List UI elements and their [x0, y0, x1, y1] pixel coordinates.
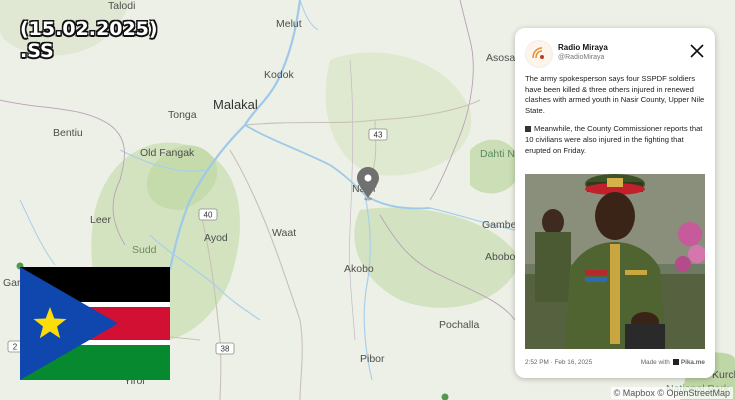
place-kurch: Kurch: [712, 369, 735, 381]
made-with-brand[interactable]: Pika.me: [681, 359, 705, 366]
place-gambe: Gambe: [482, 219, 517, 231]
place-old-fangak: Old Fangak: [140, 147, 195, 159]
post-card[interactable]: Radio Miraya @RadioMiraya The army spoke…: [515, 28, 715, 378]
post-body: The army spokesperson says four SSPDF so…: [525, 74, 707, 164]
account-handle[interactable]: @RadioMiraya: [558, 54, 604, 61]
post-paragraph: The army spokesperson says four SSPDF so…: [525, 74, 705, 115]
place-tonga: Tonga: [168, 109, 197, 121]
pika-logo-icon: [672, 359, 679, 366]
place-talodi: Talodi: [108, 0, 135, 12]
place-abobo: Abobo: [485, 251, 516, 263]
place-melut: Melut: [276, 18, 302, 30]
route-shield: 40: [198, 208, 218, 221]
place-pibor: Pibor: [360, 353, 385, 365]
made-with-label: Made with: [640, 359, 670, 366]
post-paragraph-2: Meanwhile, the County Commissioner repor…: [525, 124, 707, 156]
place-bentiu: Bentiu: [53, 127, 83, 139]
place-sudd: Sudd: [132, 244, 157, 256]
place-leer: Leer: [90, 214, 112, 226]
place-waat: Waat: [272, 227, 296, 239]
place-pochalla: Pochalla: [439, 319, 479, 331]
route-label: 2: [13, 343, 18, 352]
route-label: 38: [221, 345, 230, 354]
route-shield: 38: [215, 342, 235, 355]
x-logo-icon[interactable]: [689, 43, 705, 59]
place-dahti: Dahti N: [480, 148, 515, 160]
radio-logo-icon: [532, 47, 544, 59]
place-kodok: Kodok: [264, 69, 295, 81]
south-sudan-flag-icon: [20, 267, 170, 380]
place-ayod: Ayod: [204, 232, 228, 244]
post-timestamp: 2:52 PM · Feb 16, 2025: [525, 359, 593, 366]
made-with: Made with Pika.me: [641, 359, 705, 366]
map-attribution[interactable]: © Mapbox © OpenStreetMap: [610, 387, 733, 399]
post-header: Radio Miraya @RadioMiraya: [525, 40, 705, 70]
place-asosa: Asosa: [486, 52, 515, 64]
date-overlay: (15.02.2025) .SS: [20, 18, 158, 62]
account-name[interactable]: Radio Miraya: [558, 43, 608, 52]
photo-illustration: [525, 174, 705, 349]
post-photo[interactable]: [525, 174, 705, 349]
country-code-text: .SS: [20, 40, 54, 62]
square-bullet-icon: [525, 126, 531, 133]
avatar[interactable]: [525, 40, 553, 68]
route-label: 40: [204, 211, 213, 220]
post-footer: 2:52 PM · Feb 16, 2025 Made with Pika.me: [525, 359, 705, 366]
route-label: 43: [374, 131, 383, 140]
place-gar: Gar: [3, 277, 21, 289]
place-malakal: Malakal: [213, 97, 258, 112]
post-paragraph: Meanwhile, the County Commissioner repor…: [525, 124, 703, 155]
route-shield: 43: [368, 128, 388, 141]
place-akobo: Akobo: [344, 263, 374, 275]
date-text: (15.02.2025): [20, 18, 158, 40]
